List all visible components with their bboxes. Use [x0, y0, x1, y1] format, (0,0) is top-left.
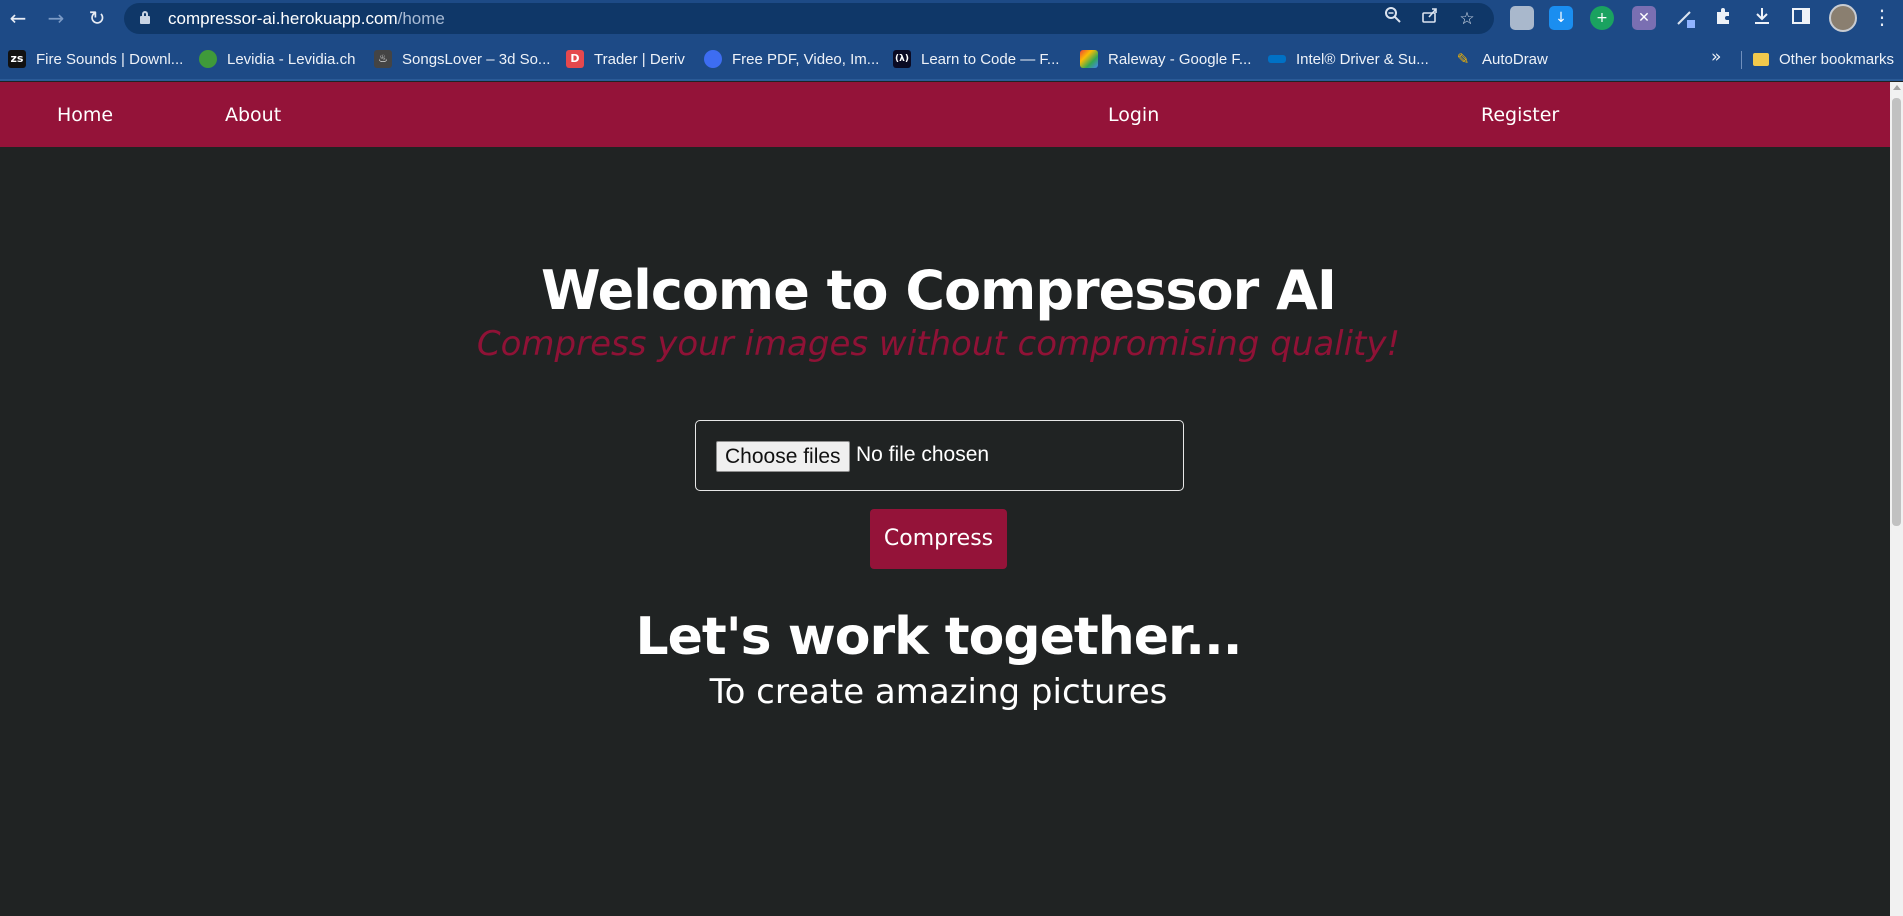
bookmarks-bar: zs Fire Sounds | Downl... Levidia - Levi… — [0, 37, 1903, 81]
bookmark-label: AutoDraw — [1482, 50, 1548, 68]
bookmark-label: Intel® Driver & Su... — [1296, 50, 1429, 68]
other-bookmarks-label: Other bookmarks — [1779, 50, 1895, 68]
pdf-tool-icon — [704, 50, 722, 68]
profile-avatar[interactable] — [1829, 4, 1857, 32]
bookmark-freecodecamp[interactable]: (λ) Learn to Code — F... — [893, 47, 1059, 71]
bookmark-levidia[interactable]: Levidia - Levidia.ch — [199, 47, 355, 71]
intel-icon — [1268, 55, 1286, 63]
pen-extension-icon[interactable] — [1673, 6, 1697, 30]
download-icon[interactable] — [1750, 6, 1774, 30]
bookmark-label: SongsLover – 3d So... — [402, 50, 551, 68]
flame-icon: ♨ — [374, 50, 392, 68]
bookmark-label: Free PDF, Video, Im... — [732, 50, 880, 68]
translate-extension-icon[interactable] — [1510, 6, 1534, 30]
bookmark-label: Raleway - Google F... — [1108, 50, 1252, 68]
compress-button[interactable]: Compress — [870, 509, 1007, 569]
section-subtitle: To create amazing pictures — [709, 672, 1168, 712]
bookmark-label: Trader | Deriv — [594, 50, 685, 68]
other-bookmarks[interactable]: Other bookmarks — [1753, 47, 1894, 71]
bookmark-label: Learn to Code — F... — [921, 50, 1060, 68]
forward-icon[interactable]: → — [42, 4, 70, 32]
page-scrollbar[interactable] — [1890, 82, 1903, 916]
section-title: Let's work together... — [635, 607, 1242, 667]
reload-icon[interactable]: ↻ — [83, 4, 111, 32]
bookmark-label: Fire Sounds | Downl... — [36, 50, 184, 68]
scroll-up-icon[interactable] — [1893, 85, 1901, 90]
zoom-icon[interactable] — [1380, 6, 1406, 32]
extensions-icon[interactable] — [1711, 6, 1735, 30]
url-text: compressor-ai.herokuapp.com/home — [168, 9, 445, 28]
nav-home-link[interactable]: Home — [57, 104, 113, 126]
bookmark-favicon-icon: zs — [8, 50, 26, 68]
main-content: Welcome to Compressor AI Compress your i… — [0, 147, 1890, 916]
google-fonts-icon — [1080, 50, 1098, 68]
nav-login-link[interactable]: Login — [1108, 104, 1159, 126]
game-extension-icon[interactable]: ✕ — [1632, 6, 1656, 30]
back-icon[interactable]: ← — [4, 4, 32, 32]
freecodecamp-icon: (λ) — [893, 50, 911, 68]
bookmark-raleway[interactable]: Raleway - Google F... — [1080, 47, 1251, 71]
browser-toolbar: ← → ↻ compressor-ai.herokuapp.com/home ☆… — [0, 0, 1903, 37]
hero-tagline: Compress your images without compromisin… — [476, 324, 1401, 364]
star-icon[interactable]: ☆ — [1454, 6, 1480, 32]
bookmarks-divider — [1741, 51, 1742, 69]
hero-title: Welcome to Compressor AI — [541, 259, 1337, 322]
lock-icon[interactable] — [140, 11, 150, 24]
bookmark-songslover[interactable]: ♨ SongsLover – 3d So... — [374, 47, 550, 71]
bookmark-free-pdf[interactable]: Free PDF, Video, Im... — [704, 47, 879, 71]
bookmark-intel[interactable]: Intel® Driver & Su... — [1268, 47, 1429, 71]
choose-files-button[interactable]: Choose files — [716, 441, 850, 472]
bookmark-label: Levidia - Levidia.ch — [227, 50, 356, 68]
deriv-icon: D — [566, 50, 584, 68]
file-upload-field[interactable]: Choose files No file chosen — [695, 420, 1184, 491]
sidepanel-icon[interactable] — [1789, 6, 1813, 30]
share-icon[interactable] — [1417, 6, 1443, 32]
add-extension-icon[interactable]: + — [1590, 6, 1614, 30]
tree-icon — [199, 50, 217, 68]
bookmark-deriv[interactable]: D Trader | Deriv — [566, 47, 685, 71]
download-manager-extension-icon[interactable]: ↓ — [1549, 6, 1573, 30]
nav-about-link[interactable]: About — [225, 104, 281, 126]
site-navbar: Home About Login Register — [0, 82, 1890, 147]
more-bookmarks-icon[interactable]: » — [1711, 47, 1721, 67]
nav-register-link[interactable]: Register — [1481, 104, 1559, 126]
bookmark-fire-sounds[interactable]: zs Fire Sounds | Downl... — [8, 47, 183, 71]
menu-icon[interactable]: ⋮ — [1872, 4, 1892, 32]
file-status-text: No file chosen — [856, 443, 990, 466]
scrollbar-thumb[interactable] — [1892, 98, 1901, 526]
address-bar[interactable]: compressor-ai.herokuapp.com/home ☆ — [124, 3, 1494, 34]
folder-icon — [1753, 52, 1769, 66]
pencil-icon: ✎ — [1456, 50, 1470, 68]
bookmark-autodraw[interactable]: ✎ AutoDraw — [1454, 47, 1548, 71]
